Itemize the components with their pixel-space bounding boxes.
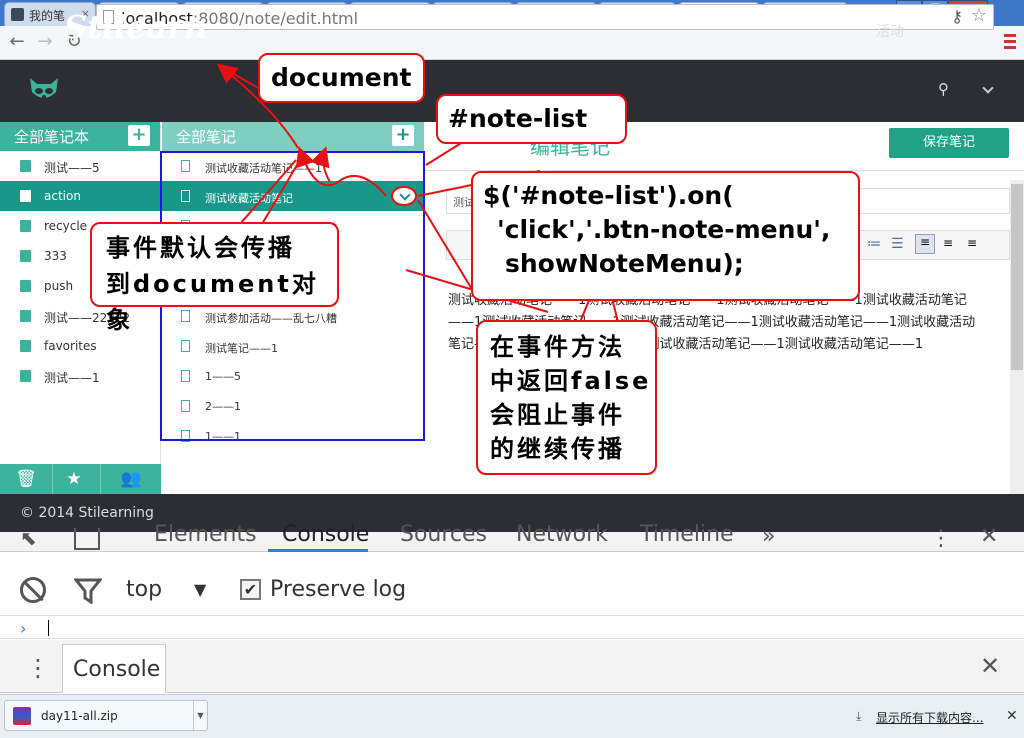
notebooks-title: 全部笔记本	[14, 128, 90, 146]
context-dropdown-icon[interactable]: ▼	[194, 580, 206, 599]
callout-stop-propagation: 在事件方法 中返回false 会阻止事件 的继续传播	[476, 320, 657, 475]
forward-icon[interactable]: →	[34, 31, 56, 52]
url-input[interactable]: localhost:8080/note/edit.html ⚷ ☆	[96, 4, 994, 30]
archive-icon	[13, 707, 31, 725]
notebook-label: favorites	[44, 339, 97, 353]
star-icon[interactable]: ☆	[971, 5, 987, 26]
align-center-icon[interactable]: ≡	[943, 236, 953, 250]
notebook-label: 测试——1	[44, 371, 100, 385]
stop-line-4: 的继续传播	[490, 435, 625, 463]
align-left-icon[interactable]: ≡	[915, 234, 935, 254]
notebook-icon	[20, 160, 31, 172]
kebab-menu-icon[interactable]: ⋮	[930, 526, 952, 551]
notebook-icon	[20, 370, 31, 382]
prompt-chevron-icon: ›	[20, 619, 27, 638]
notebook-label: 测试——5	[44, 161, 100, 175]
search-icon[interactable]: ⚲	[938, 80, 949, 98]
drawer-tab-console[interactable]: Console	[62, 644, 166, 693]
context-select[interactable]: top	[126, 577, 162, 602]
callout-note-list: #note-list	[436, 94, 627, 144]
notebook-item[interactable]: action	[0, 181, 160, 211]
app-logo[interactable]: Stilearn	[64, 8, 207, 46]
raccoon-favicon-icon	[11, 8, 24, 21]
notebook-item[interactable]: 测试——1	[0, 361, 160, 391]
back-icon[interactable]: ←	[6, 31, 28, 52]
add-note-button[interactable]: +	[392, 125, 414, 146]
clear-console-icon[interactable]	[20, 577, 46, 603]
devtools-tab[interactable]: Timeline	[640, 522, 734, 547]
users-icon[interactable]: 👥	[105, 464, 158, 494]
code-line-3: showNoteMenu);	[505, 249, 744, 278]
notebook-icon	[20, 220, 31, 232]
notebooks-header: 全部笔记本 +	[0, 122, 160, 151]
ordered-list-icon[interactable]: ≔	[867, 236, 881, 252]
browser-tab-label: 我的笔	[29, 9, 66, 23]
notebook-icon	[20, 250, 31, 262]
stop-line-2: 中返回false	[490, 367, 652, 395]
nav-activity[interactable]: 活动	[876, 21, 904, 41]
devtools-tab[interactable]: Sources	[400, 522, 487, 547]
drawer-menu-icon[interactable]: ⋮	[26, 654, 50, 682]
download-filename: day11-all.zip	[41, 709, 118, 723]
download-bar-close-icon[interactable]: ✕	[1006, 708, 1018, 724]
notes-title: 全部笔记	[176, 128, 237, 146]
download-item[interactable]: day11-all.zip ▼	[4, 700, 208, 731]
filter-icon[interactable]	[72, 578, 104, 608]
devtools-close-icon[interactable]: ✕	[980, 524, 998, 549]
save-note-button[interactable]: 保存笔记	[889, 128, 1009, 158]
raccoon-logo-icon	[28, 74, 60, 104]
notebook-icon	[20, 340, 31, 352]
devtools-tab[interactable]: Elements	[154, 522, 257, 547]
preserve-log-checkbox[interactable]: ✔	[240, 579, 261, 600]
notes-header: 全部笔记 +	[162, 122, 424, 151]
bullet-list-icon[interactable]: ☰	[891, 236, 904, 252]
notebook-label: recycle	[44, 219, 88, 233]
drawer-close-icon[interactable]: ✕	[980, 652, 1000, 680]
menu-icon[interactable]	[1004, 34, 1016, 50]
notebook-icon	[20, 280, 31, 292]
callout-code: $('#note-list').on( 'click','.btn-note-m…	[471, 171, 860, 301]
favorite-star-icon[interactable]: ★	[48, 464, 101, 494]
download-arrow-icon: ⤓	[856, 709, 862, 723]
propagation-line-2: 到document对象	[106, 270, 319, 334]
stop-line-1: 在事件方法	[490, 333, 625, 361]
active-tab-indicator	[268, 549, 368, 552]
device-mode-icon[interactable]	[74, 528, 100, 550]
code-line-1: $('#note-list').on(	[483, 181, 734, 210]
notebook-item[interactable]: 测试——5	[0, 151, 160, 181]
download-options-icon[interactable]: ▼	[193, 701, 207, 730]
notebook-icon	[20, 190, 31, 202]
inspect-icon[interactable]: ⬉	[20, 526, 44, 550]
devtools-tab[interactable]: Network	[516, 522, 608, 547]
editor-scrollbar-thumb[interactable]	[1011, 184, 1023, 370]
show-all-downloads-link[interactable]: 显示所有下载内容...	[876, 709, 983, 726]
callout-document: document	[258, 53, 425, 103]
notebook-label: 333	[44, 249, 67, 263]
url-path: :8080/note/edit.html	[192, 9, 359, 28]
add-notebook-button[interactable]: +	[128, 125, 150, 146]
key-icon[interactable]: ⚷	[951, 7, 963, 26]
console-prompt[interactable]: ›	[0, 617, 1024, 639]
trash-icon[interactable]: 🗑	[0, 464, 53, 494]
more-tabs-icon[interactable]: »	[762, 524, 775, 549]
notebook-icon	[20, 310, 31, 322]
caret	[48, 620, 49, 636]
notebook-label: push	[44, 279, 74, 293]
align-right-icon[interactable]: ≡	[967, 236, 977, 250]
callout-propagation: 事件默认会传播 到document对象	[90, 222, 339, 334]
propagation-line-1: 事件默认会传播	[106, 234, 295, 262]
notebook-label: action	[44, 189, 81, 203]
code-line-2: 'click','.btn-note-menu',	[497, 215, 831, 244]
devtools-tab[interactable]: Console	[282, 522, 369, 547]
note-menu-button[interactable]	[391, 186, 417, 206]
preserve-log-label: Preserve log	[270, 577, 407, 602]
stop-line-3: 会阻止事件	[490, 401, 625, 429]
